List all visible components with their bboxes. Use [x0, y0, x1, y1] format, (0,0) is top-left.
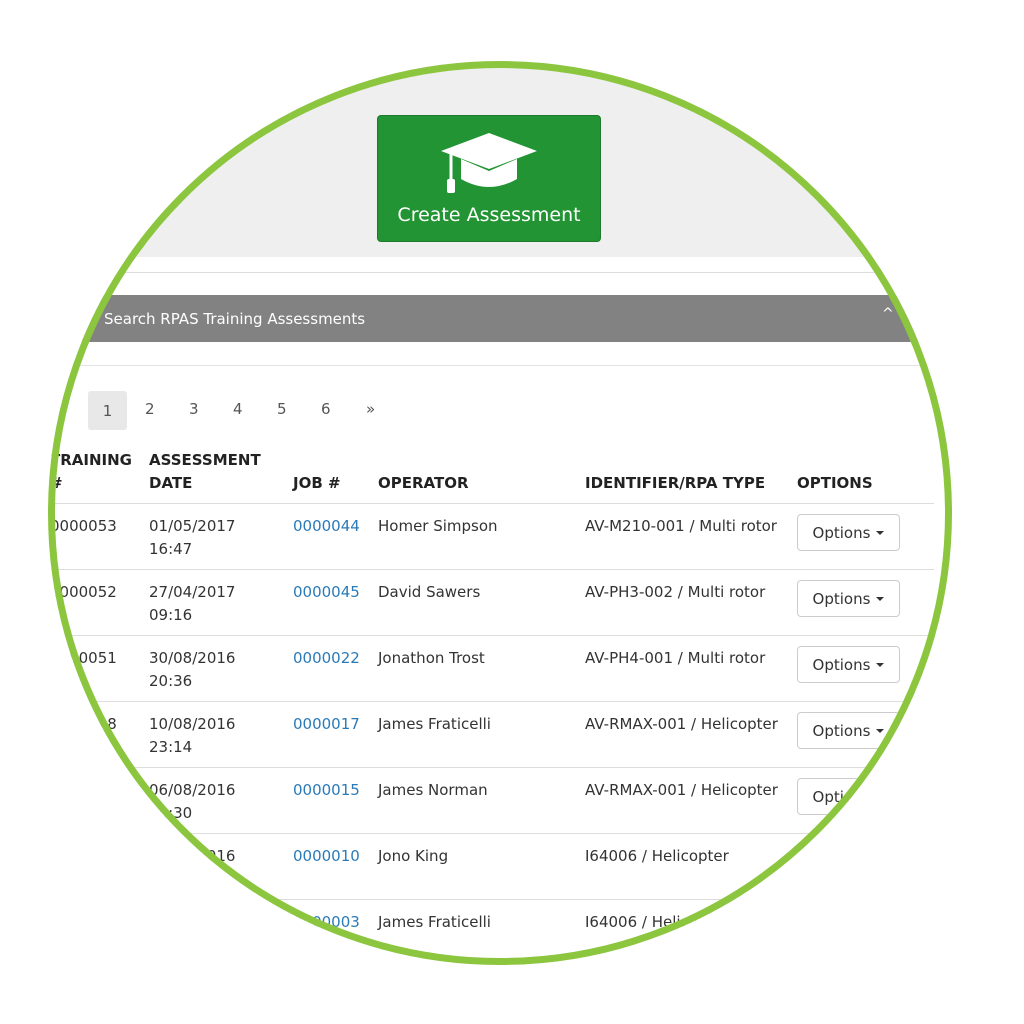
row-divider — [48, 635, 934, 636]
identifier-type: AV-RMAX-001 / Helicopter — [585, 715, 778, 733]
training-number: 0000051 — [50, 649, 117, 667]
operator-name: James Fraticelli — [378, 715, 491, 733]
training-number: 0000053 — [50, 517, 117, 535]
options-dropdown-button[interactable]: Options — [797, 778, 900, 815]
header-assessment-date: ASSESSMENT DATE — [149, 451, 261, 492]
options-dropdown-button[interactable]: Options — [797, 514, 900, 551]
search-panel-header[interactable]: Search RPAS Training Assessments ^ — [48, 295, 952, 342]
options-dropdown-button[interactable]: Options — [797, 712, 900, 749]
page-4[interactable]: 4 — [233, 400, 243, 418]
identifier-type: I64006 / Helicopter — [585, 847, 729, 865]
job-link[interactable]: 0000022 — [293, 647, 360, 670]
page-1[interactable]: 1 — [88, 391, 127, 430]
row-divider — [48, 569, 934, 570]
search-panel-title: Search RPAS Training Assessments — [104, 310, 366, 328]
header-job: JOB # — [293, 474, 341, 492]
training-number: 0000052 — [50, 583, 117, 601]
caret-down-icon — [876, 530, 885, 535]
row-divider — [48, 833, 934, 834]
job-link[interactable]: 0000003 — [293, 911, 360, 934]
assessment-date: 02/08/2016 — [149, 847, 236, 865]
header-operator: OPERATOR — [378, 474, 469, 492]
identifier-type: AV-PH4-001 / Multi rotor — [585, 649, 766, 667]
job-link[interactable]: 0000045 — [293, 581, 360, 604]
operator-name: James Fraticelli — [378, 913, 491, 931]
operator-name: Jono King — [378, 847, 449, 865]
page-5[interactable]: 5 — [277, 400, 287, 418]
job-link[interactable]: 0000015 — [293, 779, 360, 802]
training-number: 0000048 — [50, 715, 117, 733]
row-divider — [48, 899, 934, 900]
training-number: 0000046 — [50, 847, 117, 865]
header-identifier: IDENTIFIER/RPA TYPE — [585, 474, 766, 492]
page-6[interactable]: 6 — [321, 400, 331, 418]
assessment-date: 30/08/2016 20:36 — [149, 649, 236, 690]
identifier-type: AV-PH3-002 / Multi rotor — [585, 583, 766, 601]
table-header-divider — [48, 503, 934, 504]
identifier-type: I64006 / Helicopter — [585, 913, 729, 931]
caret-down-icon — [876, 728, 885, 733]
page-3[interactable]: 3 — [189, 400, 199, 418]
page-next[interactable]: » — [366, 400, 375, 418]
assessment-date: 01/05/2017 16:47 — [149, 517, 236, 558]
job-link[interactable]: 0000044 — [293, 515, 360, 538]
section-divider-2 — [48, 365, 952, 366]
assessment-date: 06/08/2016 15:30 — [149, 781, 236, 822]
operator-name: James Norman — [378, 781, 488, 799]
job-link[interactable]: 0000017 — [293, 713, 360, 736]
assessment-date: 27/04/2017 09:16 — [149, 583, 236, 624]
options-dropdown-button[interactable]: Options — [797, 580, 900, 617]
caret-down-icon — [876, 662, 885, 667]
row-divider — [48, 767, 934, 768]
header-options: OPTIONS — [797, 474, 873, 492]
graduation-cap-icon — [441, 133, 537, 193]
collapse-chevron-icon[interactable]: ^ — [882, 306, 894, 322]
job-link[interactable]: 0000010 — [293, 845, 360, 868]
assessment-date: 10/08/2016 23:14 — [149, 715, 236, 756]
identifier-type: AV-RMAX-001 / Helicopter — [585, 781, 778, 799]
section-divider — [48, 272, 952, 273]
caret-down-icon — [876, 596, 885, 601]
operator-name: Jonathon Trost — [378, 649, 485, 667]
operator-name: David Sawers — [378, 583, 481, 601]
page-2[interactable]: 2 — [145, 400, 155, 418]
caret-down-icon — [876, 794, 885, 799]
create-assessment-button[interactable]: Create Assessment — [377, 115, 601, 242]
zoom-circle: Create Assessment Search RPAS Training A… — [48, 61, 952, 965]
header-training: TRAINING # — [50, 451, 132, 492]
row-divider — [48, 701, 934, 702]
create-assessment-label: Create Assessment — [397, 204, 581, 226]
training-number: 0000047 — [50, 781, 117, 799]
operator-name: Homer Simpson — [378, 517, 498, 535]
options-dropdown-button[interactable]: Options — [797, 646, 900, 683]
identifier-type: AV-M210-001 / Multi rotor — [585, 517, 777, 535]
